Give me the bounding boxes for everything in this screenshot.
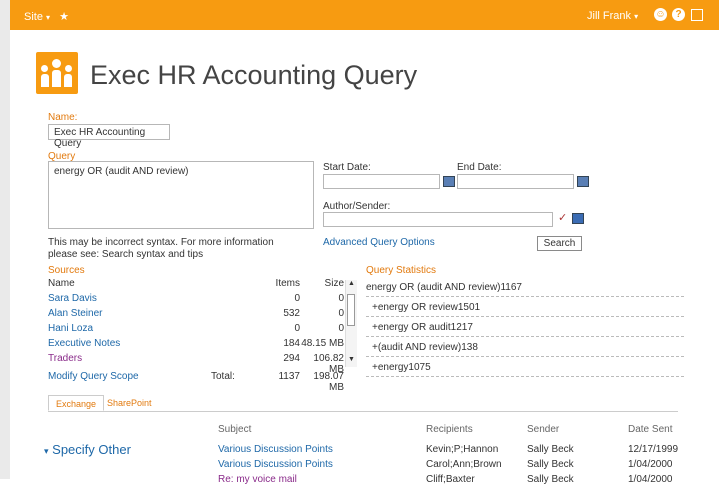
smile-icon[interactable]: ☺ (654, 8, 667, 21)
date-cell: 12/17/1999 (628, 444, 679, 455)
date-cell: 1/04/2000 (628, 459, 673, 470)
start-calendar-icon[interactable] (443, 176, 455, 187)
address-book-icon[interactable] (572, 213, 584, 224)
end-date-input[interactable] (457, 174, 574, 189)
start-date-input[interactable] (323, 174, 440, 189)
site-menu[interactable]: Site ▾ ★ (24, 10, 69, 23)
end-date-label: End Date: (457, 162, 502, 173)
source-name-link[interactable]: Alan Steiner (48, 308, 102, 319)
end-calendar-icon[interactable] (577, 176, 589, 187)
source-name-link[interactable]: Sara Davis (48, 293, 97, 304)
help-icon[interactable]: ? (672, 8, 685, 21)
total-label: Total: (211, 371, 235, 382)
sources-total-row: Modify Query Scope Total: 1137 198.07 MB (48, 371, 348, 393)
stats-term[interactable]: +energy OR audit1217 (372, 322, 473, 333)
recipients-cell: Carol;Ann;Brown (426, 459, 502, 470)
modify-scope-link[interactable]: Modify Query Scope (48, 371, 139, 382)
site-label: Site (24, 11, 43, 23)
stats-term[interactable]: +energy1075 (372, 362, 431, 373)
expand-caret-icon: ▾ (44, 446, 49, 456)
source-name-link[interactable]: Hani Loza (48, 323, 93, 334)
left-rule (0, 0, 10, 479)
source-row: Hani Loza 0 0 (48, 323, 348, 337)
stats-row: +energy OR audit1217 (366, 318, 684, 337)
syntax-note-line1: This may be incorrect syntax. For more i… (48, 237, 274, 248)
recipients-cell: Cliff;Baxter (426, 474, 475, 485)
stats-term[interactable]: +(audit AND review)138 (372, 342, 478, 353)
name-field[interactable]: Exec HR Accounting Query (48, 124, 170, 149)
query-textarea[interactable]: energy OR (audit AND review) (48, 161, 314, 229)
focus-icon[interactable] (691, 9, 703, 21)
star-icon[interactable]: ★ (59, 11, 69, 23)
tab-sharepoint[interactable]: SharePoint (100, 395, 159, 411)
date-cell: 1/04/2000 (628, 474, 673, 485)
name-label: Name: (48, 112, 78, 123)
stats-row: +energy OR review1501 (366, 298, 684, 317)
col-subject[interactable]: Subject (218, 424, 251, 435)
sources-header: Name Items Size (48, 278, 348, 292)
source-items: 0 (294, 293, 300, 304)
user-name: Jill Frank (587, 10, 632, 22)
col-recipients[interactable]: Recipients (426, 424, 473, 435)
stats-term[interactable]: +energy OR review1501 (372, 302, 480, 313)
recipients-cell: Kevin;P;Hannon (426, 444, 499, 455)
check-names-icon[interactable]: ✓ (558, 211, 567, 224)
results-tabs: Exchange SharePoint (48, 395, 678, 412)
source-name-link[interactable]: Executive Notes (48, 338, 120, 349)
stats-row: +energy1075 (366, 358, 684, 377)
col-items: Items (275, 278, 300, 289)
page-title: Exec HR Accounting Query (90, 60, 418, 90)
scroll-down-icon[interactable]: ▼ (348, 356, 355, 363)
stats-header: energy OR (audit AND review)1167 (366, 282, 522, 293)
query-stats-label: Query Statistics (366, 265, 437, 276)
sources-scrollbar[interactable]: ▲ ▼ (345, 280, 357, 367)
site-caret-icon: ▾ (46, 13, 51, 22)
total-items: 1137 (278, 371, 300, 382)
start-date-label: Start Date: (323, 162, 371, 173)
scroll-thumb[interactable] (347, 294, 355, 326)
specify-other-toggle[interactable]: ▾ Specify Other (44, 442, 131, 457)
sender-cell: Sally Beck (527, 459, 574, 470)
author-label: Author/Sender: (323, 201, 391, 212)
source-row: Traders 294 106.82 MB (48, 353, 348, 375)
team-logo-icon (36, 52, 78, 94)
source-items: 184 (283, 338, 300, 349)
col-name: Name (48, 278, 75, 289)
subject-link[interactable]: Various Discussion Points (218, 459, 333, 470)
sender-cell: Sally Beck (527, 474, 574, 485)
subject-link[interactable]: Various Discussion Points (218, 444, 333, 455)
specify-other-label: Specify Other (52, 442, 131, 457)
source-items: 532 (283, 308, 300, 319)
col-sender[interactable]: Sender (527, 424, 559, 435)
user-caret-icon: ▾ (634, 12, 639, 21)
stats-header-row: energy OR (audit AND review)1167 (366, 278, 684, 297)
source-items: 294 (283, 353, 300, 364)
source-size: 0 (338, 308, 344, 319)
source-row: Sara Davis 0 0 (48, 293, 348, 307)
stats-row: +(audit AND review)138 (366, 338, 684, 357)
source-row: Alan Steiner 532 0 (48, 308, 348, 322)
sources-label: Sources (48, 265, 85, 276)
source-size: 0 (338, 323, 344, 334)
tab-exchange[interactable]: Exchange (48, 395, 105, 411)
sender-cell: Sally Beck (527, 444, 574, 455)
col-date-sent[interactable]: Date Sent (628, 424, 672, 435)
author-input[interactable] (323, 212, 553, 227)
col-size: Size (324, 278, 344, 289)
syntax-note-line2: please see: Search syntax and tips (48, 249, 204, 260)
search-button[interactable]: Search (537, 236, 582, 251)
scroll-up-icon[interactable]: ▲ (348, 280, 355, 287)
source-row: Executive Notes 184 48.15 MB (48, 338, 348, 352)
source-size: 48.15 MB (301, 338, 344, 349)
source-name-link[interactable]: Traders (48, 353, 82, 364)
total-size: 198.07 MB (313, 371, 344, 393)
source-items: 0 (294, 323, 300, 334)
user-menu[interactable]: Jill Frank ▾ (587, 10, 638, 22)
advanced-query-link[interactable]: Advanced Query Options (323, 237, 435, 248)
subject-link[interactable]: Re: my voice mail (218, 474, 297, 485)
top-bar: Site ▾ ★ Jill Frank ▾ ☺ ? (10, 0, 719, 30)
source-size: 0 (338, 293, 344, 304)
